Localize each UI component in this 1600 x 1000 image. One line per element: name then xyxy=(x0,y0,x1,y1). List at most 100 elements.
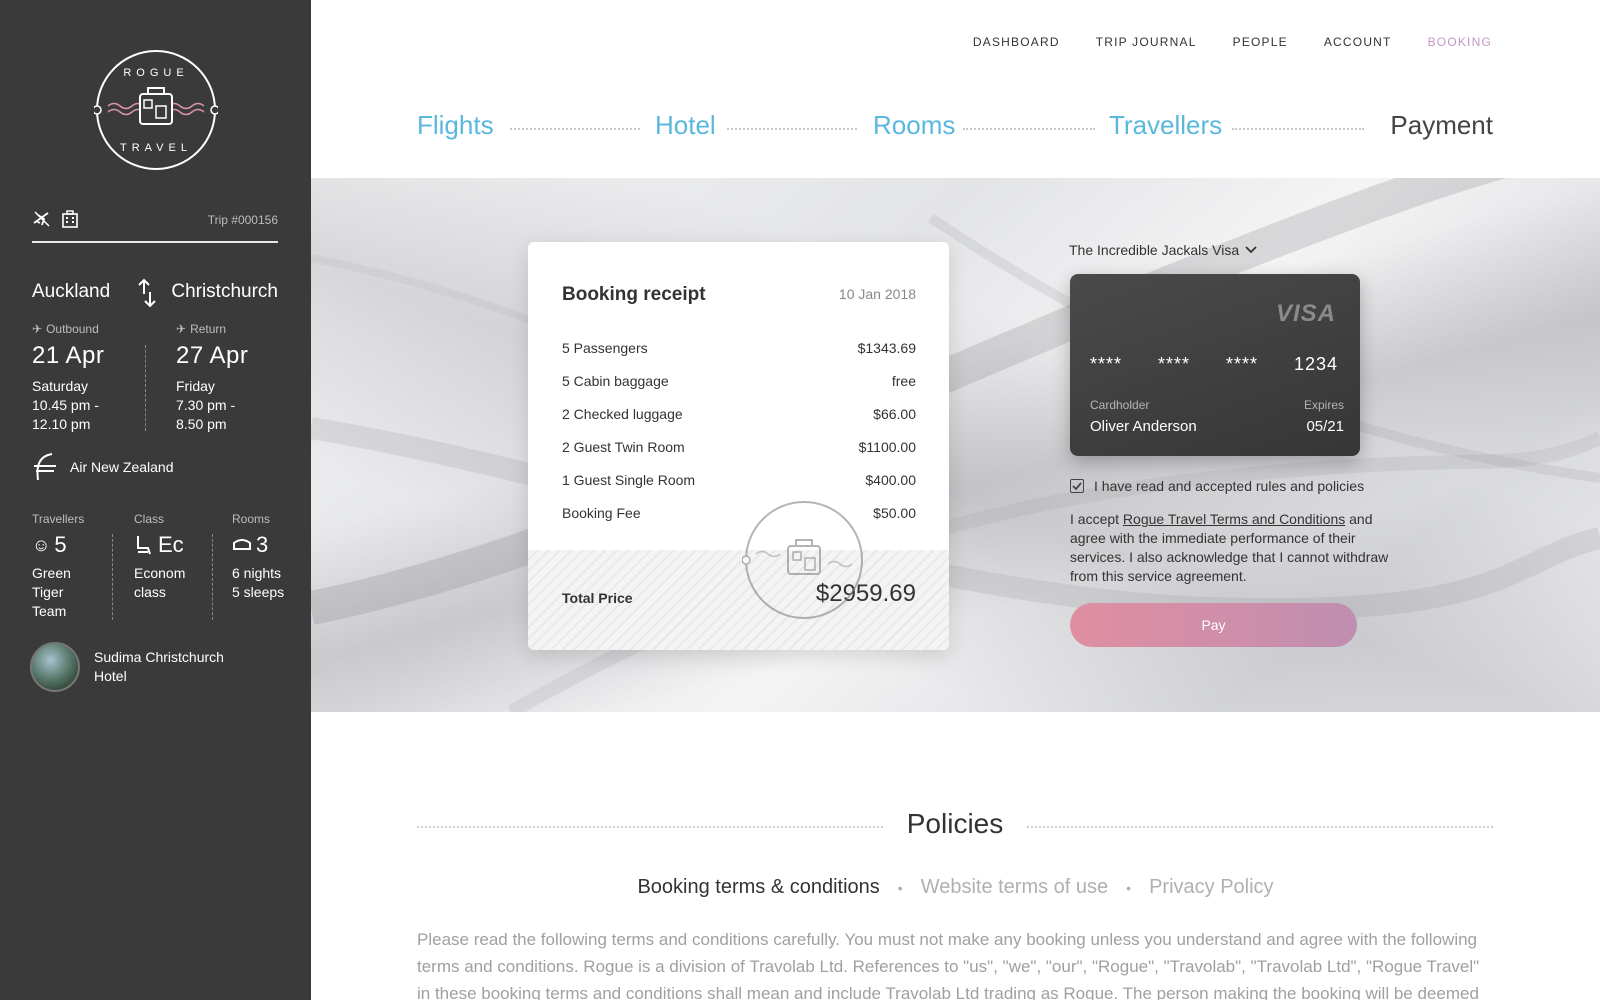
stat-label: Class xyxy=(134,512,165,526)
booking-steps: Flights Hotel Rooms Travellers Payment xyxy=(417,110,1493,146)
pay-button[interactable]: Pay xyxy=(1070,603,1357,647)
stat-rooms: Rooms 3 6 nights 5 sleeps xyxy=(232,512,312,602)
receipt-total: Total Price $2959.69 xyxy=(528,550,949,650)
trip-stats: Travellers ☺ 5 Green Tiger Team Class Ec… xyxy=(32,512,292,622)
marble-background xyxy=(311,178,1600,712)
airline-name: Air New Zealand xyxy=(70,459,174,475)
receipt-title: Booking receipt xyxy=(562,284,706,305)
trip-header: Trip #000156 xyxy=(32,205,278,243)
step-flights[interactable]: Flights xyxy=(417,110,494,141)
accept-policies[interactable]: I have read and accepted rules and polic… xyxy=(1070,478,1364,494)
nav-booking[interactable]: BOOKING xyxy=(1428,35,1492,49)
policy-body-text: Please read the following terms and cond… xyxy=(417,930,1480,1000)
receipt-row: 2 Checked luggage $66.00 xyxy=(562,406,916,439)
plane-icon[interactable] xyxy=(32,209,52,229)
receipt-row: 5 Cabin baggage free xyxy=(562,373,916,406)
travellers-icon: ☺ xyxy=(32,534,51,555)
step-travellers[interactable]: Travellers xyxy=(1109,110,1222,141)
step-hotel[interactable]: Hotel xyxy=(655,110,716,141)
stat-travellers: Travellers ☺ 5 Green Tiger Team xyxy=(32,512,112,621)
swap-icon[interactable] xyxy=(136,278,158,308)
return-label: Return xyxy=(190,322,227,336)
credit-card[interactable]: VISA **** **** **** 1234 Cardholder Oliv… xyxy=(1070,274,1360,456)
receipt-row-label: 1 Guest Single Room xyxy=(562,472,696,488)
leg-divider xyxy=(145,345,146,431)
hotel-icon[interactable] xyxy=(60,209,80,229)
card-brand: VISA xyxy=(1275,300,1336,327)
receipt-row-label: 2 Checked luggage xyxy=(562,406,683,422)
trip-sidebar: ROGUE TRAVEL Trip #000156 Auckland Chris… xyxy=(0,0,311,1000)
step-connector xyxy=(510,128,640,130)
checkbox-label: I have read and accepted rules and polic… xyxy=(1094,478,1365,494)
nav-account[interactable]: ACCOUNT xyxy=(1324,35,1392,49)
card-select[interactable]: The Incredible Jackals Visa xyxy=(1069,242,1257,258)
receipt-date: 10 Jan 2018 xyxy=(838,286,916,302)
plane-small-icon: ✈ xyxy=(176,322,187,336)
step-rooms[interactable]: Rooms xyxy=(873,110,955,141)
stat-divider xyxy=(112,534,113,620)
airline-icon xyxy=(34,453,56,481)
total-label: Total Price xyxy=(562,590,633,606)
outbound-leg: ✈ Outbound 21 Apr Saturday 10.45 pm - 12.… xyxy=(32,322,152,434)
receipt-row-label: 2 Guest Twin Room xyxy=(562,439,685,455)
divider xyxy=(1027,826,1493,828)
receipt-row-value: $66.00 xyxy=(873,406,916,422)
tab-privacy-policy[interactable]: Privacy Policy xyxy=(1149,876,1273,899)
step-connector xyxy=(1232,128,1364,130)
cardholder-label: Cardholder xyxy=(1090,398,1150,412)
terms-link[interactable]: Rogue Travel Terms and Conditions xyxy=(1123,511,1345,527)
nav-trip-journal[interactable]: TRIP JOURNAL xyxy=(1096,35,1197,49)
return-leg: ✈ Return 27 Apr Friday 7.30 pm - 8.50 pm xyxy=(176,322,296,434)
stat-value: 3 xyxy=(256,532,269,557)
card-number-group: **** xyxy=(1090,354,1123,374)
route-from: Auckland xyxy=(32,281,111,302)
receipt-row-value: $1100.00 xyxy=(858,439,916,455)
card-number-group: **** xyxy=(1158,354,1191,374)
outbound-date: 21 Apr xyxy=(32,342,105,369)
step-payment[interactable]: Payment xyxy=(1390,110,1493,141)
outbound-time: 10.45 pm - 12.10 pm xyxy=(32,397,99,432)
policies-checkbox[interactable] xyxy=(1070,479,1084,493)
stat-label: Rooms xyxy=(232,512,271,526)
receipt-row-value: $1343.69 xyxy=(857,340,916,356)
stat-value: 5 xyxy=(54,532,67,557)
hotel-item[interactable]: Sudima Christchurch Hotel xyxy=(30,642,254,692)
trip-number: Trip #000156 xyxy=(207,213,278,227)
step-connector xyxy=(727,128,857,130)
check-icon xyxy=(1072,482,1082,490)
receipt-row-label: 5 Passengers xyxy=(562,340,648,356)
chevron-down-icon xyxy=(1245,246,1257,254)
terms-agreement-text: I accept Rogue Travel Terms and Conditio… xyxy=(1070,510,1402,586)
policies-title: Policies xyxy=(906,808,1004,839)
airline: Air New Zealand xyxy=(32,452,174,482)
stat-label: Travellers xyxy=(32,512,85,526)
receipt-row: 2 Guest Twin Room $1100.00 xyxy=(562,439,916,472)
receipt-row: 5 Passengers $1343.69 xyxy=(562,340,916,373)
expires-value: 05/21 xyxy=(1306,418,1344,435)
return-time: 7.30 pm - 8.50 pm xyxy=(176,397,236,432)
stat-sub: Econom class xyxy=(134,565,186,600)
return-date: 27 Apr xyxy=(176,342,249,369)
cardholder-name: Oliver Anderson xyxy=(1090,418,1197,435)
stat-sub: 6 nights 5 sleeps xyxy=(232,565,285,600)
logo-bottom-text: TRAVEL xyxy=(120,142,192,154)
bed-icon xyxy=(233,539,251,550)
receipt-row-value: $400.00 xyxy=(865,472,916,488)
card-number-group: 1234 xyxy=(1294,354,1339,374)
rogue-travel-logo[interactable]: ROGUE TRAVEL xyxy=(94,48,218,172)
policies-header: Policies xyxy=(417,808,1493,844)
payment-hero xyxy=(311,178,1600,712)
outbound-label: Outbound xyxy=(46,322,99,336)
return-day: Friday xyxy=(176,378,215,394)
tab-booking-terms[interactable]: Booking terms & conditions xyxy=(637,876,879,899)
nav-dashboard[interactable]: DASHBOARD xyxy=(973,35,1060,49)
logo-top-text: ROGUE xyxy=(123,67,188,79)
step-connector xyxy=(963,128,1095,130)
top-nav: DASHBOARD TRIP JOURNAL PEOPLE ACCOUNT BO… xyxy=(973,35,1492,49)
hotel-name: Sudima Christchurch Hotel xyxy=(94,649,224,684)
nav-people[interactable]: PEOPLE xyxy=(1233,35,1288,49)
stat-sub: Green Tiger Team xyxy=(32,565,71,619)
tab-website-terms[interactable]: Website terms of use xyxy=(921,876,1108,899)
expires-label: Expires xyxy=(1303,398,1344,412)
route: Auckland Christchurch xyxy=(32,278,278,310)
